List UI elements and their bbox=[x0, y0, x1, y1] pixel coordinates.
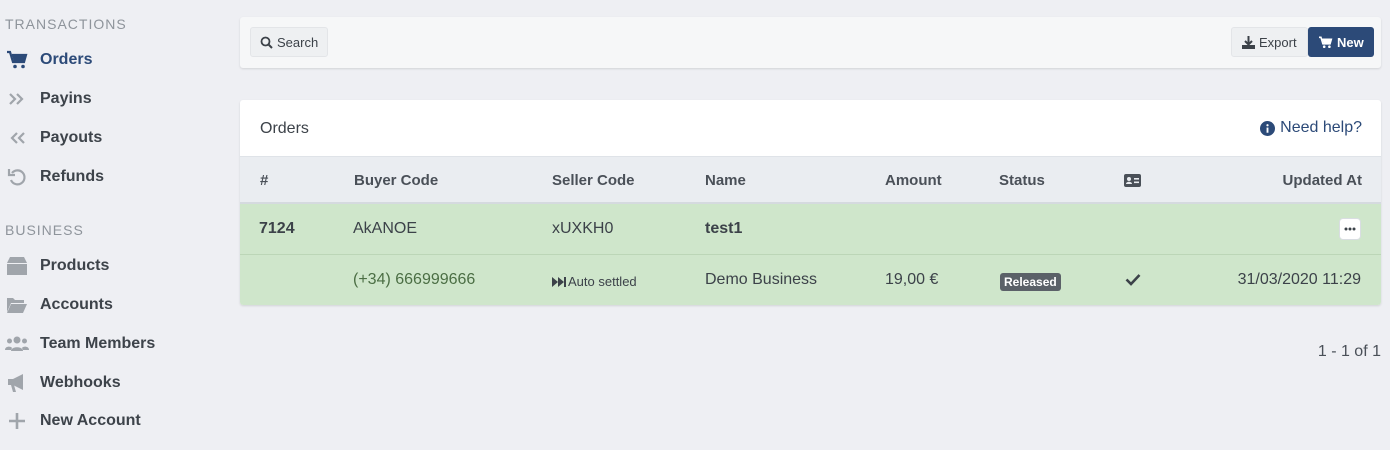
sidebar-item-label: Payins bbox=[40, 90, 92, 107]
folder-open-icon bbox=[5, 295, 29, 315]
megaphone-icon bbox=[5, 373, 29, 393]
sidebar-item-accounts[interactable]: Accounts bbox=[5, 293, 225, 317]
order-name: test1 bbox=[705, 220, 743, 237]
orders-panel: Orders Need help? # Buyer Code Seller Co… bbox=[240, 100, 1381, 305]
sidebar-item-products[interactable]: Products bbox=[5, 254, 225, 278]
check-icon bbox=[1125, 273, 1141, 291]
sidebar-item-refunds[interactable]: Refunds bbox=[5, 165, 225, 189]
id-card-icon bbox=[1124, 174, 1141, 192]
double-chevron-left-icon bbox=[5, 128, 29, 148]
updated-at: 31/03/2020 11:29 bbox=[1237, 271, 1361, 288]
sidebar-item-label: Team Members bbox=[40, 335, 156, 352]
panel-title: Orders bbox=[260, 120, 309, 137]
info-circle-icon bbox=[1260, 120, 1276, 136]
section-title-transactions: TRANSACTIONS bbox=[5, 16, 127, 32]
more-actions-button[interactable] bbox=[1339, 218, 1361, 240]
sidebar-item-label: Products bbox=[40, 257, 110, 274]
status-badge: Released bbox=[1000, 273, 1061, 291]
sidebar-item-orders[interactable]: Orders bbox=[5, 48, 225, 72]
undo-icon bbox=[5, 167, 29, 187]
sidebar-item-new-account[interactable]: New Account bbox=[5, 409, 225, 433]
sidebar-item-label: Accounts bbox=[40, 296, 113, 313]
plus-icon bbox=[5, 411, 29, 431]
sidebar-item-label: New Account bbox=[40, 412, 141, 429]
new-button-label: New bbox=[1337, 34, 1364, 50]
box-icon bbox=[5, 256, 29, 276]
search-icon bbox=[260, 36, 273, 49]
buyer-code: AkANOE bbox=[353, 220, 418, 237]
pagination-info: 1 - 1 of 1 bbox=[1317, 343, 1381, 360]
download-icon bbox=[1242, 35, 1255, 49]
toolbar: Search Export New bbox=[240, 17, 1381, 68]
search-button[interactable]: Search bbox=[250, 27, 329, 57]
need-help-link[interactable]: Need help? bbox=[1260, 119, 1362, 137]
ellipsis-icon bbox=[1344, 227, 1356, 231]
settlement-info: Auto settled bbox=[552, 274, 637, 289]
sidebar-item-label: Payouts bbox=[40, 129, 103, 146]
new-button[interactable]: New bbox=[1308, 27, 1374, 57]
column-header-seller-code: Seller Code bbox=[552, 172, 635, 189]
column-header-buyer-code: Buyer Code bbox=[354, 172, 439, 189]
need-help-label: Need help? bbox=[1280, 119, 1362, 136]
sidebar-item-label: Webhooks bbox=[40, 374, 121, 391]
column-header-number: # bbox=[260, 172, 269, 189]
cart-icon bbox=[5, 50, 29, 70]
sidebar-item-label: Refunds bbox=[40, 168, 104, 185]
table-header: # Buyer Code Seller Code Name Amount Sta… bbox=[240, 157, 1381, 204]
section-title-business: BUSINESS bbox=[5, 222, 84, 238]
seller-code: xUXKH0 bbox=[552, 220, 614, 237]
column-header-status: Status bbox=[999, 172, 1045, 189]
sidebar-item-team-members[interactable]: Team Members bbox=[5, 332, 225, 356]
fast-forward-icon bbox=[552, 276, 566, 287]
sidebar-item-webhooks[interactable]: Webhooks bbox=[5, 371, 225, 395]
settlement-label: Auto settled bbox=[568, 274, 637, 289]
column-header-amount: Amount bbox=[885, 172, 942, 189]
sidebar-item-label: Orders bbox=[40, 51, 93, 68]
business-name: Demo Business bbox=[705, 271, 818, 288]
table-row[interactable]: 7124 AkANOE xUXKH0 test1 bbox=[240, 204, 1381, 255]
sidebar: TRANSACTIONS Orders Payins Payouts Refun… bbox=[0, 0, 230, 450]
search-button-label: Search bbox=[277, 34, 319, 50]
panel-header: Orders Need help? bbox=[240, 100, 1381, 157]
double-chevron-right-icon bbox=[5, 89, 29, 109]
export-button[interactable]: Export bbox=[1231, 27, 1308, 57]
table-row-detail[interactable]: (+34) 666999666 Auto settled Demo Busine… bbox=[240, 255, 1381, 305]
order-id: 7124 bbox=[259, 220, 295, 237]
export-button-label: Export bbox=[1259, 34, 1297, 50]
sidebar-item-payouts[interactable]: Payouts bbox=[5, 126, 225, 150]
column-header-updated-at: Updated At bbox=[1282, 172, 1362, 189]
sidebar-item-payins[interactable]: Payins bbox=[5, 87, 225, 111]
users-icon bbox=[5, 334, 29, 354]
cart-icon bbox=[1319, 36, 1333, 48]
order-amount: 19,00 € bbox=[885, 271, 939, 288]
column-header-name: Name bbox=[705, 172, 746, 189]
buyer-phone: (+34) 666999666 bbox=[353, 271, 476, 288]
